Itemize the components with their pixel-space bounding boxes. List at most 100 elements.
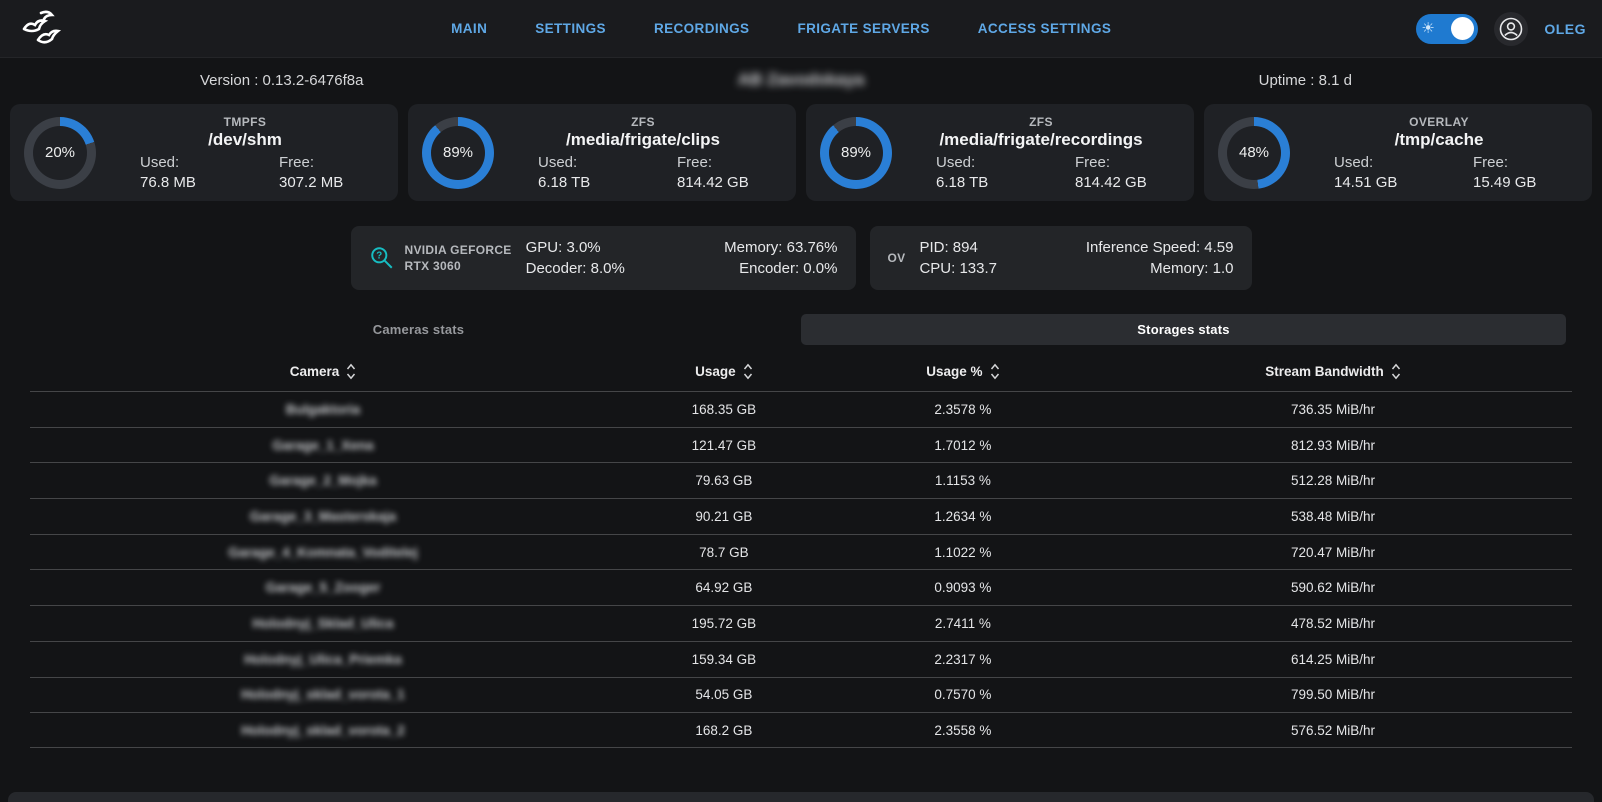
gpu-encoder: Encoder: 0.0% — [682, 260, 838, 277]
bandwidth-cell: 736.35 MiB/hr — [1094, 402, 1572, 417]
donut-percent-label: 89% — [841, 144, 871, 161]
storage-card-clips: 89% ZFS /media/frigate/clips Used: Free:… — [408, 104, 796, 201]
usage-cell: 168.35 GB — [616, 402, 832, 417]
gpu-search-icon: ? — [369, 245, 395, 271]
free-value: 307.2 MB — [245, 174, 384, 191]
used-label: Used: — [106, 154, 245, 171]
detector-stats-card: OV PID: 894 Inference Speed: 4.59 CPU: 1… — [870, 226, 1252, 290]
next-section-edge — [8, 792, 1594, 802]
sort-icon — [346, 363, 356, 380]
username-label[interactable]: OLEG — [1544, 21, 1586, 37]
gpu-decoder: Decoder: 8.0% — [526, 260, 682, 277]
detector-name-label: OV — [888, 250, 906, 266]
camera-name-blurred: Garage_4_Komnata_Voditelej — [30, 545, 616, 560]
version-label: Version : 0.13.2-6476f8a — [0, 72, 738, 89]
fs-type-label: OVERLAY — [1300, 115, 1578, 129]
usage-donut: 89% — [820, 117, 892, 189]
used-value: 14.51 GB — [1300, 174, 1439, 191]
server-name-blurred: AB Zavodskaya — [738, 70, 865, 90]
fs-path-label: /media/frigate/clips — [504, 130, 782, 150]
table-row: Garage_5_Zooger 64.92 GB 0.9093 % 590.62… — [30, 569, 1572, 605]
detector-cpu: CPU: 133.7 — [919, 260, 1076, 277]
camera-name-blurred: Garage_5_Zooger — [30, 580, 616, 595]
camera-name-blurred: Garage_2_Mojka — [30, 473, 616, 488]
camera-name-blurred: Bulgaktoria — [30, 402, 616, 417]
donut-percent-label: 20% — [45, 144, 75, 161]
sort-icon — [1391, 363, 1401, 380]
fs-type-label: ZFS — [504, 115, 782, 129]
usage-cell: 78.7 GB — [616, 545, 832, 560]
storage-cards-row: 20% TMPFS /dev/shm Used: Free: 76.8 MB 3… — [0, 102, 1602, 201]
usage-cell: 195.72 GB — [616, 616, 832, 631]
bandwidth-cell: 590.62 MiB/hr — [1094, 580, 1572, 595]
camera-name-blurred: Holodnyj_Sklad_Ulica — [30, 616, 616, 631]
free-label: Free: — [1041, 154, 1180, 171]
usage-pct-cell: 1.1022 % — [832, 545, 1094, 560]
usage-pct-cell: 1.2634 % — [832, 509, 1094, 524]
table-row: Garage_4_Komnata_Voditelej 78.7 GB 1.102… — [30, 534, 1572, 570]
camera-name-blurred: Holodnyj_sklad_vorota_2 — [30, 723, 616, 738]
frigate-logo-icon — [16, 7, 70, 51]
fs-type-label: TMPFS — [106, 115, 384, 129]
table-row: Holodnyj_Ulica_Priemka 159.34 GB 2.2317 … — [30, 641, 1572, 677]
camera-name-blurred: Holodnyj_sklad_vorota_1 — [30, 687, 616, 702]
camera-name-blurred: Holodnyj_Ulica_Priemka — [30, 652, 616, 667]
detector-inference-speed: Inference Speed: 4.59 — [1076, 239, 1233, 256]
free-label: Free: — [643, 154, 782, 171]
bandwidth-cell: 538.48 MiB/hr — [1094, 509, 1572, 524]
column-header-usage-pct[interactable]: Usage % — [832, 363, 1094, 380]
bandwidth-cell: 799.50 MiB/hr — [1094, 687, 1572, 702]
accelerator-row: ? NVIDIA GEFORCE RTX 3060 GPU: 3.0% Memo… — [0, 226, 1602, 290]
free-value: 814.42 GB — [643, 174, 782, 191]
user-avatar[interactable] — [1494, 12, 1528, 46]
usage-pct-cell: 2.3558 % — [832, 723, 1094, 738]
usage-pct-cell: 0.7570 % — [832, 687, 1094, 702]
free-value: 15.49 GB — [1439, 174, 1578, 191]
table-row: Garage_2_Mojka 79.63 GB 1.1153 % 512.28 … — [30, 462, 1572, 498]
tab-cameras-stats[interactable]: Cameras stats — [36, 314, 801, 345]
table-row: Holodnyj_Sklad_Ulica 195.72 GB 2.7411 % … — [30, 605, 1572, 641]
theme-toggle[interactable]: ☀ — [1416, 14, 1478, 44]
gpu-usage: GPU: 3.0% — [526, 239, 682, 256]
table-row: Bulgaktoria 168.35 GB 2.3578 % 736.35 Mi… — [30, 391, 1572, 427]
user-icon — [1498, 16, 1524, 42]
usage-pct-cell: 1.1153 % — [832, 473, 1094, 488]
info-bar: Version : 0.13.2-6476f8a AB Zavodskaya U… — [0, 58, 1602, 102]
usage-pct-cell: 2.3578 % — [832, 402, 1094, 417]
detector-memory: Memory: 1.0 — [1076, 260, 1233, 277]
column-header-camera[interactable]: Camera — [30, 363, 616, 380]
nav-frigate-servers[interactable]: FRIGATE SERVERS — [797, 21, 929, 36]
usage-cell: 64.92 GB — [616, 580, 832, 595]
nav-recordings[interactable]: RECORDINGS — [654, 21, 750, 36]
column-header-usage[interactable]: Usage — [616, 363, 832, 380]
used-label: Used: — [504, 154, 643, 171]
nav-settings[interactable]: SETTINGS — [535, 21, 606, 36]
used-value: 6.18 TB — [902, 174, 1041, 191]
sort-icon — [990, 363, 1000, 380]
usage-cell: 159.34 GB — [616, 652, 832, 667]
usage-cell: 79.63 GB — [616, 473, 832, 488]
free-label: Free: — [1439, 154, 1578, 171]
toggle-knob — [1451, 17, 1474, 40]
nav-main[interactable]: MAIN — [451, 21, 487, 36]
camera-name-blurred: Garage_3_Masterskaja — [30, 509, 616, 524]
bandwidth-cell: 720.47 MiB/hr — [1094, 545, 1572, 560]
fs-path-label: /media/frigate/recordings — [902, 130, 1180, 150]
storages-stats-table: Camera Usage Usage % Stream Bandwidth Bu… — [30, 351, 1572, 748]
column-header-stream-bandwidth[interactable]: Stream Bandwidth — [1094, 363, 1572, 380]
gpu-stats-card: ? NVIDIA GEFORCE RTX 3060 GPU: 3.0% Memo… — [351, 226, 856, 290]
donut-percent-label: 89% — [443, 144, 473, 161]
camera-name-blurred: Garage_1_Xena — [30, 438, 616, 453]
used-label: Used: — [1300, 154, 1439, 171]
storage-card-dev-shm: 20% TMPFS /dev/shm Used: Free: 76.8 MB 3… — [10, 104, 398, 201]
table-header-row: Camera Usage Usage % Stream Bandwidth — [30, 351, 1572, 391]
nav-access-settings[interactable]: ACCESS SETTINGS — [978, 21, 1112, 36]
usage-cell: 54.05 GB — [616, 687, 832, 702]
used-value: 6.18 TB — [504, 174, 643, 191]
bandwidth-cell: 614.25 MiB/hr — [1094, 652, 1572, 667]
table-row: Garage_1_Xena 121.47 GB 1.7012 % 812.93 … — [30, 427, 1572, 463]
storage-card-recordings: 89% ZFS /media/frigate/recordings Used: … — [806, 104, 1194, 201]
uptime-label: Uptime : 8.1 d — [1259, 72, 1602, 89]
fs-path-label: /dev/shm — [106, 130, 384, 150]
tab-storages-stats[interactable]: Storages stats — [801, 314, 1566, 345]
